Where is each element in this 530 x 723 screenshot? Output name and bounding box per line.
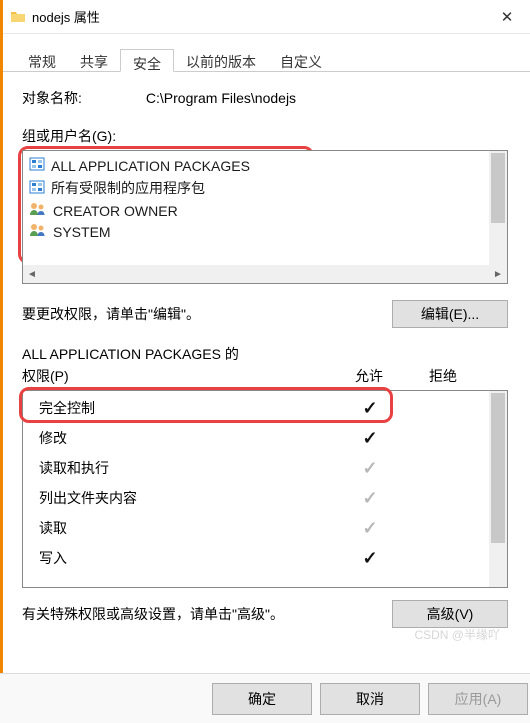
allow-header: 允许 — [332, 366, 406, 386]
edit-hint: 要更改权限，请单击"编辑"。 — [22, 304, 392, 324]
package-icon — [29, 157, 45, 174]
tab-general[interactable]: 常规 — [16, 48, 68, 71]
group-item[interactable]: ALL APPLICATION PACKAGES — [25, 155, 505, 176]
tab-sharing[interactable]: 共享 — [68, 48, 120, 71]
tab-security[interactable]: 安全 — [120, 49, 174, 72]
window-title: nodejs 属性 — [32, 7, 100, 26]
scroll-left-icon[interactable]: ◄ — [23, 265, 41, 283]
package-icon — [29, 180, 45, 197]
users-icon — [29, 202, 47, 219]
group-name: 所有受限制的应用程序包 — [51, 178, 205, 198]
advanced-hint: 有关特殊权限或高级设置，请单击"高级"。 — [22, 604, 392, 624]
permission-name: 读取 — [39, 518, 333, 538]
permissions-label: 权限(P) — [22, 366, 332, 386]
object-row: 对象名称: C:\Program Files\nodejs — [22, 88, 508, 108]
scrollbar-thumb[interactable] — [491, 153, 505, 223]
tab-previous-versions[interactable]: 以前的版本 — [174, 48, 268, 71]
perm-scrollbar[interactable] — [489, 391, 507, 587]
permissions-listbox: 完全控制✓修改✓读取和执行✓列出文件夹内容✓读取✓写入✓ — [22, 390, 508, 588]
permission-name: 写入 — [39, 548, 333, 568]
perm-scrollbar-thumb[interactable] — [491, 393, 505, 543]
tab-customize[interactable]: 自定义 — [268, 48, 334, 71]
permission-name: 完全控制 — [39, 398, 333, 418]
group-item[interactable]: 所有受限制的应用程序包 — [25, 176, 505, 200]
ok-button[interactable]: 确定 — [212, 683, 312, 715]
permission-name: 列出文件夹内容 — [39, 488, 333, 508]
scrollbar-vertical[interactable] — [489, 151, 507, 265]
permission-row: 写入✓ — [23, 543, 507, 573]
groups-label: 组或用户名(G): — [22, 126, 508, 146]
allow-check-icon: ✓ — [333, 519, 407, 537]
permissions-header-row: 权限(P) 允许 拒绝 — [22, 366, 508, 386]
permission-row: 列出文件夹内容✓ — [23, 483, 507, 513]
close-button[interactable]: ✕ — [484, 0, 530, 33]
footer: 确定 取消 应用(A) — [0, 673, 530, 723]
users-icon — [29, 223, 47, 240]
scroll-right-icon[interactable]: ► — [489, 265, 507, 283]
cancel-button[interactable]: 取消 — [320, 683, 420, 715]
permission-row: 读取和执行✓ — [23, 453, 507, 483]
group-name: SYSTEM — [53, 224, 111, 240]
apply-button[interactable]: 应用(A) — [428, 683, 528, 715]
allow-check-icon: ✓ — [333, 549, 407, 567]
scrollbar-horizontal[interactable]: ◄ ► — [23, 265, 507, 283]
group-item[interactable]: SYSTEM — [25, 221, 505, 242]
edit-button[interactable]: 编辑(E)... — [392, 300, 508, 328]
tabstrip: 常规 共享 安全 以前的版本 自定义 — [0, 34, 530, 72]
object-value: C:\Program Files\nodejs — [146, 90, 296, 106]
allow-check-icon: ✓ — [333, 459, 407, 477]
group-name: CREATOR OWNER — [53, 203, 178, 219]
groups-listbox[interactable]: ALL APPLICATION PACKAGES 所有受限制的应用程序包 CREAT… — [22, 150, 508, 284]
advanced-button[interactable]: 高级(V) — [392, 600, 508, 628]
titlebar: nodejs 属性 ✕ — [0, 0, 530, 34]
group-name: ALL APPLICATION PACKAGES — [51, 158, 250, 174]
allow-check-icon: ✓ — [333, 429, 407, 447]
permissions-title: ALL APPLICATION PACKAGES 的 — [22, 344, 508, 364]
folder-icon — [10, 9, 26, 25]
permission-row: 完全控制✓ — [23, 393, 507, 423]
permission-name: 修改 — [39, 428, 333, 448]
deny-header: 拒绝 — [406, 366, 480, 386]
permission-name: 读取和执行 — [39, 458, 333, 478]
allow-check-icon: ✓ — [333, 489, 407, 507]
permission-row: 读取✓ — [23, 513, 507, 543]
permission-row: 修改✓ — [23, 423, 507, 453]
object-label: 对象名称: — [22, 88, 142, 108]
watermark: CSDN @半缘吖 — [414, 626, 500, 643]
allow-check-icon: ✓ — [333, 399, 407, 417]
group-item[interactable]: CREATOR OWNER — [25, 200, 505, 221]
